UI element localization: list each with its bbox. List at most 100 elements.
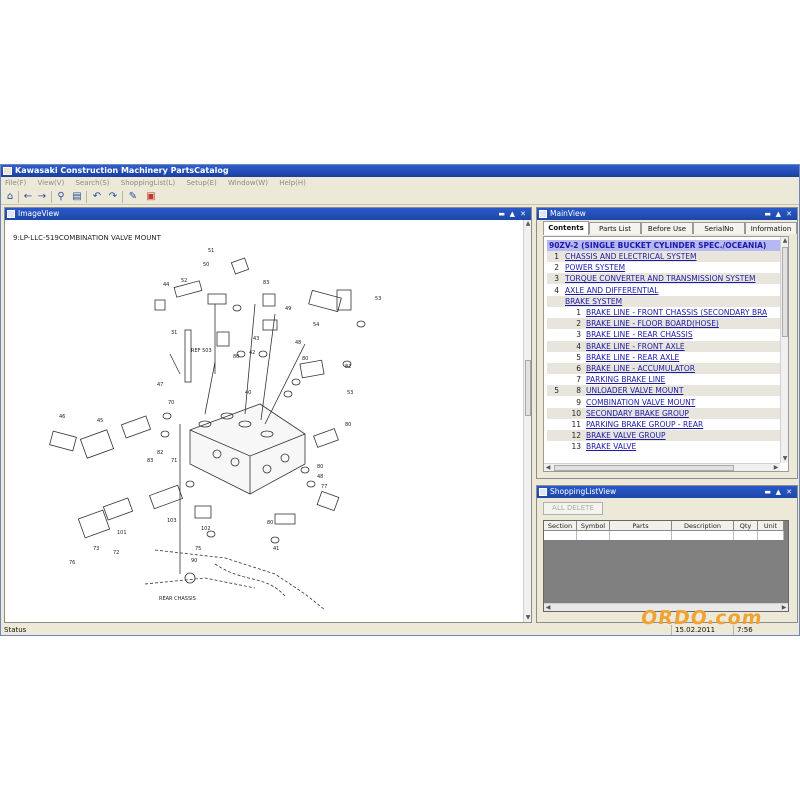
scroll-right-icon[interactable]: ▶ <box>780 604 788 611</box>
scrollbar-thumb[interactable] <box>782 247 788 337</box>
contents-link[interactable]: BRAKE LINE - REAR CHASSIS <box>586 329 693 340</box>
scroll-right-icon[interactable]: ▶ <box>772 464 780 471</box>
contents-row[interactable]: 2 POWER SYSTEM <box>547 262 783 273</box>
part-number[interactable]: 90 <box>191 558 197 564</box>
contents-link[interactable]: BRAKE LINE - ACCUMULATOR <box>586 363 695 374</box>
contents-link[interactable]: CHASSIS AND ELECTRICAL SYSTEM <box>565 251 697 262</box>
all-delete-button[interactable]: ALL DELETE <box>543 502 603 515</box>
empty-cell[interactable] <box>610 531 672 540</box>
contents-horizontal-scrollbar[interactable]: ◀ ▶ <box>544 463 780 471</box>
maximize-icon[interactable]: ▲ <box>776 208 781 220</box>
part-number[interactable]: 51 <box>208 248 214 254</box>
part-number[interactable]: 48 <box>295 340 301 346</box>
contents-row[interactable]: 3 TORQUE CONVERTER AND TRANSMISSION SYSTE… <box>547 273 783 285</box>
search-icon[interactable]: ⚲ <box>55 191 67 203</box>
part-number[interactable]: 47 <box>157 382 163 388</box>
part-number[interactable]: 76 <box>69 560 75 566</box>
part-number[interactable]: 45 <box>97 418 103 424</box>
contents-row[interactable]: 13 BRAKE VALVE <box>547 441 783 452</box>
contents-link[interactable]: BRAKE VALVE <box>586 441 636 452</box>
column-header-symbol[interactable]: Symbol <box>577 521 610 531</box>
contents-row[interactable]: BRAKE SYSTEM <box>547 295 783 307</box>
scrollbar-thumb[interactable] <box>525 360 531 416</box>
forward-icon[interactable]: → <box>36 191 48 203</box>
part-number[interactable]: 73 <box>93 546 99 552</box>
contents-link[interactable]: BRAKE VALVE GROUP <box>586 430 666 441</box>
tab-before-use[interactable]: Before Use <box>641 222 693 234</box>
part-number[interactable]: 80 <box>345 422 351 428</box>
menu-help[interactable]: Help(H) <box>279 179 306 187</box>
contents-row[interactable]: 2 BRAKE LINE - FLOOR BOARD(HOSE) <box>547 318 783 330</box>
empty-cell[interactable] <box>734 531 758 540</box>
empty-cell[interactable] <box>577 531 610 540</box>
part-number[interactable]: 72 <box>113 550 119 556</box>
tab-information[interactable]: Information <box>745 222 797 234</box>
part-number[interactable]: 40 <box>245 390 251 396</box>
contents-link[interactable]: UNLOADER VALVE MOUNT <box>586 385 683 396</box>
back-icon[interactable]: ← <box>22 191 34 203</box>
tab-serial-no[interactable]: SerialNo <box>693 222 745 234</box>
contents-link[interactable]: PARKING BRAKE LINE <box>586 374 665 385</box>
part-number[interactable]: 53 <box>347 390 353 396</box>
minimize-icon[interactable]: ▬ <box>498 208 505 220</box>
part-number[interactable]: 44 <box>163 282 169 288</box>
contents-link[interactable]: BRAKE LINE - FLOOR BOARD(HOSE) <box>586 318 719 329</box>
scrollbar-thumb[interactable] <box>554 465 734 471</box>
part-number[interactable]: 49 <box>285 306 291 312</box>
image-vertical-scrollbar[interactable]: ▲ ▼ <box>523 220 531 622</box>
contents-row[interactable]: 10 SECONDARY BRAKE GROUP <box>547 407 783 419</box>
part-number[interactable]: 43 <box>253 336 259 342</box>
menu-window[interactable]: Window(W) <box>228 179 268 187</box>
empty-cell[interactable] <box>758 531 784 540</box>
print-icon[interactable]: ▤ <box>71 191 83 203</box>
column-header-parts[interactable]: Parts <box>610 521 672 531</box>
contents-row[interactable]: 4 BRAKE LINE - FRONT AXLE <box>547 340 783 352</box>
part-number[interactable]: 54 <box>313 322 319 328</box>
part-number[interactable]: 31 <box>171 330 177 336</box>
contents-link[interactable]: BRAKE LINE - FRONT AXLE <box>586 341 685 352</box>
column-header-unit[interactable]: Unit <box>758 521 784 531</box>
part-number[interactable]: 41 <box>273 546 279 552</box>
edit-icon[interactable]: ✎ <box>127 191 139 203</box>
part-number[interactable]: 80 <box>233 354 239 360</box>
scroll-left-icon[interactable]: ◀ <box>544 464 552 471</box>
tab-parts-list[interactable]: Parts List <box>589 222 641 234</box>
part-number[interactable]: 46 <box>59 414 65 420</box>
part-number[interactable]: 53 <box>375 296 381 302</box>
part-number[interactable]: 101 <box>117 530 127 536</box>
close-icon[interactable]: ✕ <box>786 486 792 498</box>
part-number[interactable]: 82 <box>157 450 163 456</box>
scroll-down-icon[interactable]: ▼ <box>781 455 788 463</box>
calendar-icon[interactable]: ▣ <box>145 191 157 203</box>
contents-row[interactable]: 9 COMBINATION VALVE MOUNT <box>547 397 783 408</box>
part-number[interactable]: 52 <box>181 278 187 284</box>
column-header-section[interactable]: Section <box>544 521 577 531</box>
contents-row[interactable]: 4 AXLE AND DIFFERENTIAL <box>547 285 783 296</box>
part-number[interactable]: 48 <box>317 474 323 480</box>
part-number[interactable]: 75 <box>195 546 201 552</box>
scroll-left-icon[interactable]: ◀ <box>544 604 552 611</box>
maximize-icon[interactable]: ▲ <box>510 208 515 220</box>
menu-shopping-list[interactable]: ShoppingList(L) <box>121 179 175 187</box>
part-number[interactable]: 83 <box>147 458 153 464</box>
part-number[interactable]: 70 <box>168 400 174 406</box>
minimize-icon[interactable]: ▬ <box>764 208 771 220</box>
contents-row[interactable]: 1 BRAKE LINE - FRONT CHASSIS (SECONDARY B… <box>547 307 783 318</box>
contents-link[interactable]: SECONDARY BRAKE GROUP <box>586 408 689 419</box>
part-number[interactable]: 102 <box>201 526 211 532</box>
menu-view[interactable]: View(V) <box>37 179 64 187</box>
contents-vertical-scrollbar[interactable]: ▲ ▼ <box>780 237 788 463</box>
part-number[interactable]: 50 <box>203 262 209 268</box>
contents-row[interactable]: 6 BRAKE LINE - ACCUMULATOR <box>547 363 783 374</box>
menu-file[interactable]: File(F) <box>5 179 26 187</box>
parts-diagram[interactable]: 51 50 52 83 44 53 49 54 31 43 80 42 48 8… <box>5 244 523 610</box>
close-icon[interactable]: ✕ <box>520 208 526 220</box>
contents-row[interactable]: 7 PARKING BRAKE LINE <box>547 374 783 385</box>
minimize-icon[interactable]: ▬ <box>764 486 771 498</box>
part-number[interactable]: 71 <box>171 458 177 464</box>
contents-link[interactable]: POWER SYSTEM <box>565 262 625 273</box>
part-number[interactable]: 80 <box>267 520 273 526</box>
part-number[interactable]: 83 <box>263 280 269 286</box>
undo-icon[interactable]: ↶ <box>91 191 103 203</box>
contents-link[interactable]: PARKING BRAKE GROUP - REAR <box>586 419 703 430</box>
